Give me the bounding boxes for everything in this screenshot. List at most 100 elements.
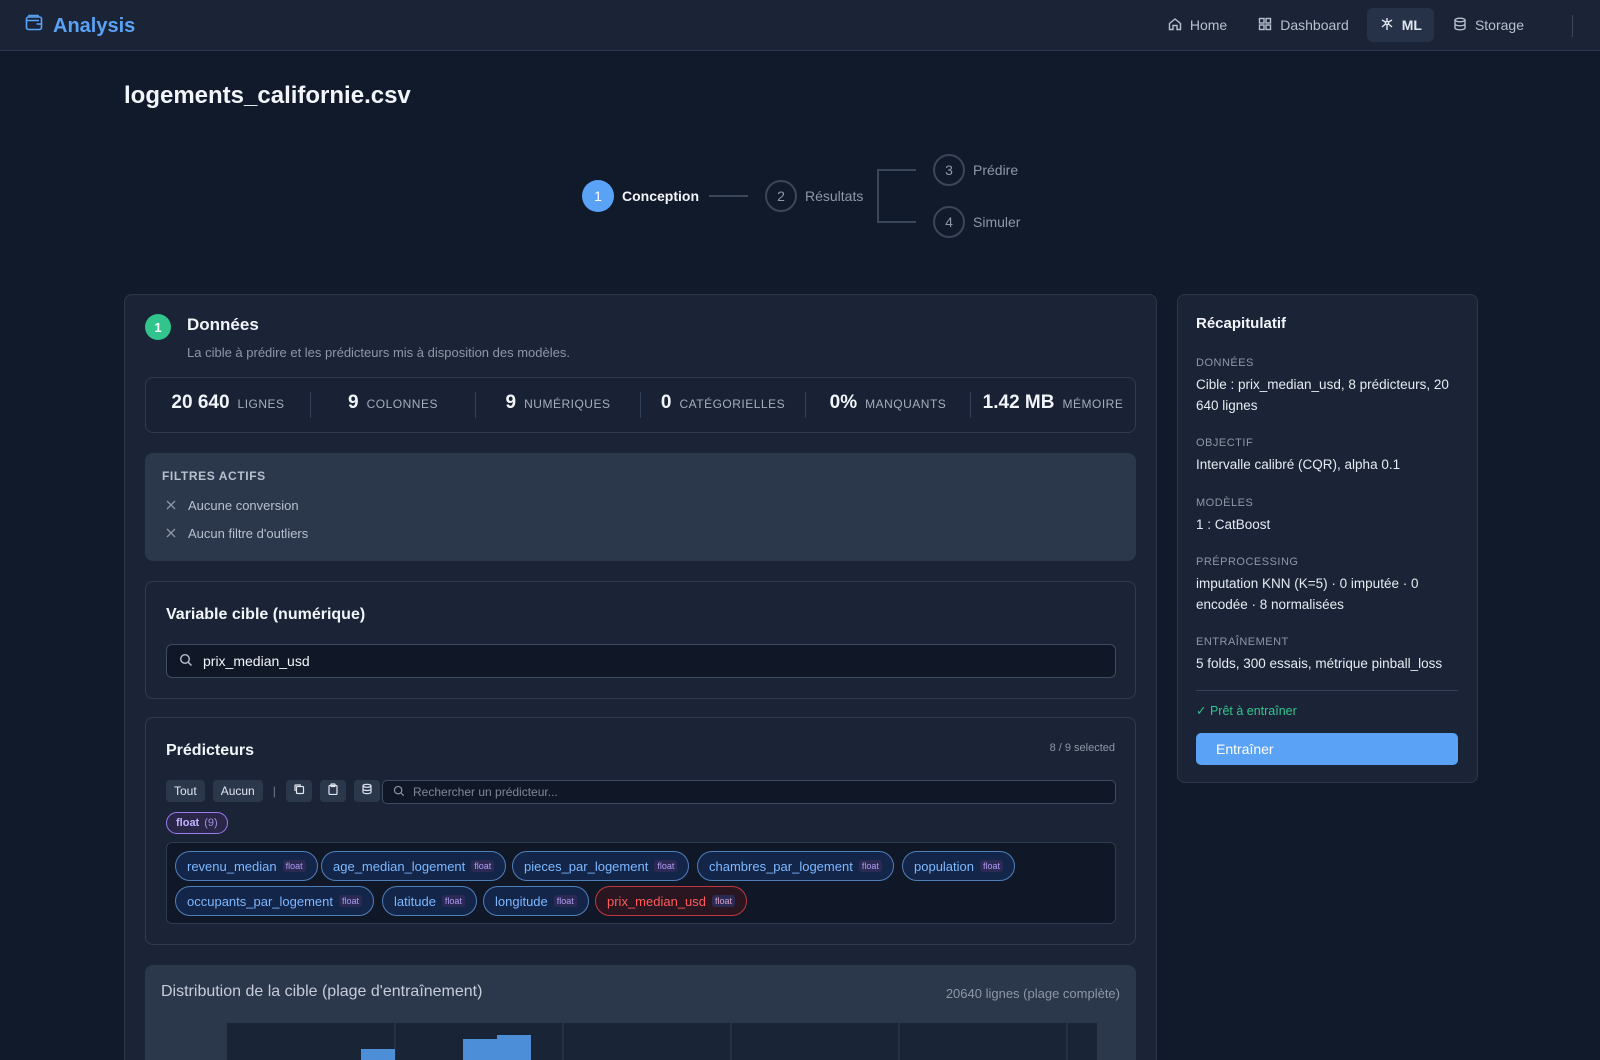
copy-icon <box>293 782 305 800</box>
search-placeholder: Rechercher un prédicteur... <box>413 785 558 799</box>
step-4-circle[interactable]: 4 <box>933 206 965 238</box>
filter-item: Aucun filtre d'outliers <box>166 526 308 541</box>
chip-type-tag: float <box>980 860 1004 872</box>
selected-count: 8 / 9 selected <box>1049 742 1115 754</box>
chip-label: latitude <box>394 893 436 909</box>
database-icon <box>361 782 373 800</box>
nav-divider <box>1572 15 1573 37</box>
x-icon <box>166 526 176 541</box>
step-2-label[interactable]: Résultats <box>805 188 863 204</box>
stat-label: catégorielles <box>679 397 786 411</box>
predictor-chip[interactable]: latitude float <box>382 886 477 916</box>
step-4-label[interactable]: Simuler <box>973 214 1020 230</box>
predictor-chips: revenu_median float age_median_logement fl… <box>166 842 1116 924</box>
predictor-chip[interactable]: occupants_par_logement float <box>175 886 375 916</box>
dataset-stats: 20 640 lignes 9 colonnes 9 numériques 0 caté… <box>145 377 1136 433</box>
summary-preprocessing: Préprocessing imputation KNN (K=5) · 0 i… <box>1196 556 1464 615</box>
chip-type-tag: float <box>471 860 495 872</box>
target-distribution-panel: Distribution de la cible (plage d'entraî… <box>145 965 1136 1060</box>
target-select[interactable]: prix_median_usd <box>166 644 1116 678</box>
summary-label: Préprocessing <box>1196 556 1299 568</box>
stat-memory: 1.42 MB mémoire <box>971 392 1135 418</box>
stat-categorical: 0 catégorielles <box>641 392 806 418</box>
nav-storage[interactable]: Storage <box>1440 8 1536 42</box>
chip-type-tag: float <box>553 895 577 907</box>
section-subtitle: La cible à prédire et les prédicteurs mi… <box>187 345 570 360</box>
stat-label: lignes <box>237 397 285 411</box>
step-3-label[interactable]: Prédire <box>973 162 1018 178</box>
summary-training: Entraînement 5 folds, 300 essais, métriq… <box>1196 636 1464 674</box>
copy-button[interactable] <box>285 780 312 802</box>
database-icon <box>1452 16 1468 35</box>
type-chip-label: float <box>176 817 200 829</box>
nav-dashboard[interactable]: Dashboard <box>1245 8 1361 42</box>
filters-title: FILTRES ACTIFS <box>162 469 266 483</box>
stat-value: 1.42 MB <box>982 392 1055 413</box>
search-icon <box>393 785 405 800</box>
stat-label: manquants <box>865 397 947 411</box>
nav-home-label: Home <box>1189 17 1228 33</box>
predictor-chip[interactable]: age_median_logement float <box>321 851 507 881</box>
grid-icon <box>1257 16 1273 35</box>
step-2-circle[interactable]: 2 <box>765 180 797 212</box>
chip-label: chambres_par_logement <box>709 858 853 874</box>
target-value: prix_median_usd <box>203 653 310 669</box>
chip-label: revenu_median <box>187 858 277 874</box>
active-filters-panel: FILTRES ACTIFS Aucune conversion Aucun f… <box>145 453 1136 561</box>
summary-value: Intervalle calibré (CQR), alpha 0.1 <box>1196 457 1401 472</box>
chip-type-tag: float <box>282 860 306 872</box>
histogram-bar <box>361 1049 395 1060</box>
predictor-chip[interactable]: longitude float <box>483 886 589 916</box>
predictors-title: Prédicteurs <box>166 742 255 759</box>
step-1-label[interactable]: Conception <box>622 188 699 204</box>
summary-label: Modèles <box>1196 497 1254 509</box>
histogram-bar <box>463 1039 497 1060</box>
stat-value: 9 <box>348 392 359 413</box>
stat-label: colonnes <box>366 397 438 411</box>
clipboard-icon <box>327 782 339 800</box>
ready-status: ✓ Prêt à entraîner <box>1196 704 1297 718</box>
predictors-box: Prédicteurs 8 / 9 selected Tout Aucun | … <box>145 717 1136 945</box>
stat-label: mémoire <box>1062 397 1124 411</box>
search-icon <box>179 653 193 670</box>
home-icon <box>1167 16 1183 35</box>
summary-objective: Objectif Intervalle calibré (CQR), alpha… <box>1196 437 1464 475</box>
predictor-chip[interactable]: chambres_par_logement float <box>697 851 894 881</box>
target-predictor-chip[interactable]: prix_median_usd float <box>595 886 748 916</box>
histogram-bar <box>497 1035 531 1060</box>
nav-home[interactable]: Home <box>1155 8 1239 42</box>
type-filter-chip[interactable]: float (9) <box>166 812 228 834</box>
step-3-circle[interactable]: 3 <box>933 154 965 186</box>
nav-ml[interactable]: ML <box>1366 8 1434 42</box>
chip-label: pieces_par_logement <box>524 858 649 874</box>
select-none-button[interactable]: Aucun <box>212 780 263 802</box>
step-1-circle[interactable]: 1 <box>582 180 614 212</box>
target-variable-box: Variable cible (numérique) prix_median_u… <box>145 581 1136 699</box>
predictor-chip[interactable]: revenu_median float <box>175 851 318 881</box>
x-icon <box>166 498 176 513</box>
target-title: Variable cible (numérique) <box>166 606 366 623</box>
nav-storage-label: Storage <box>1474 17 1524 33</box>
summary-divider <box>1196 690 1458 691</box>
nav-dashboard-label: Dashboard <box>1280 17 1349 33</box>
select-all-button[interactable]: Tout <box>166 780 205 802</box>
summary-value: 1 : CatBoost <box>1196 517 1271 532</box>
predictor-chip[interactable]: population float <box>902 851 1016 881</box>
paste-button[interactable] <box>319 780 346 802</box>
summary-value: 5 folds, 300 essais, métrique pinball_lo… <box>1196 656 1443 671</box>
summary-panel: Récapitulatif Données Cible : prix_media… <box>1177 294 1478 783</box>
nav-ml-label: ML <box>1401 17 1422 33</box>
distribution-meta: 20640 lignes (plage complète) <box>945 986 1120 1001</box>
stat-value: 0% <box>829 392 858 413</box>
stat-rows: 20 640 lignes <box>146 392 311 418</box>
stat-missing: 0% manquants <box>806 392 971 418</box>
predictor-chip[interactable]: pieces_par_logement float <box>512 851 690 881</box>
main-nav: Home Dashboard ML Storage <box>1155 8 1536 42</box>
predictor-search-input[interactable]: Rechercher un prédicteur... <box>382 780 1116 804</box>
train-button[interactable]: Entraîner <box>1196 733 1458 765</box>
saved-sets-button[interactable] <box>353 780 380 802</box>
chip-type-tag: float <box>441 895 465 907</box>
stat-columns: 9 colonnes <box>311 392 476 418</box>
stat-numeric: 9 numériques <box>476 392 641 418</box>
summary-label: Objectif <box>1196 437 1254 449</box>
